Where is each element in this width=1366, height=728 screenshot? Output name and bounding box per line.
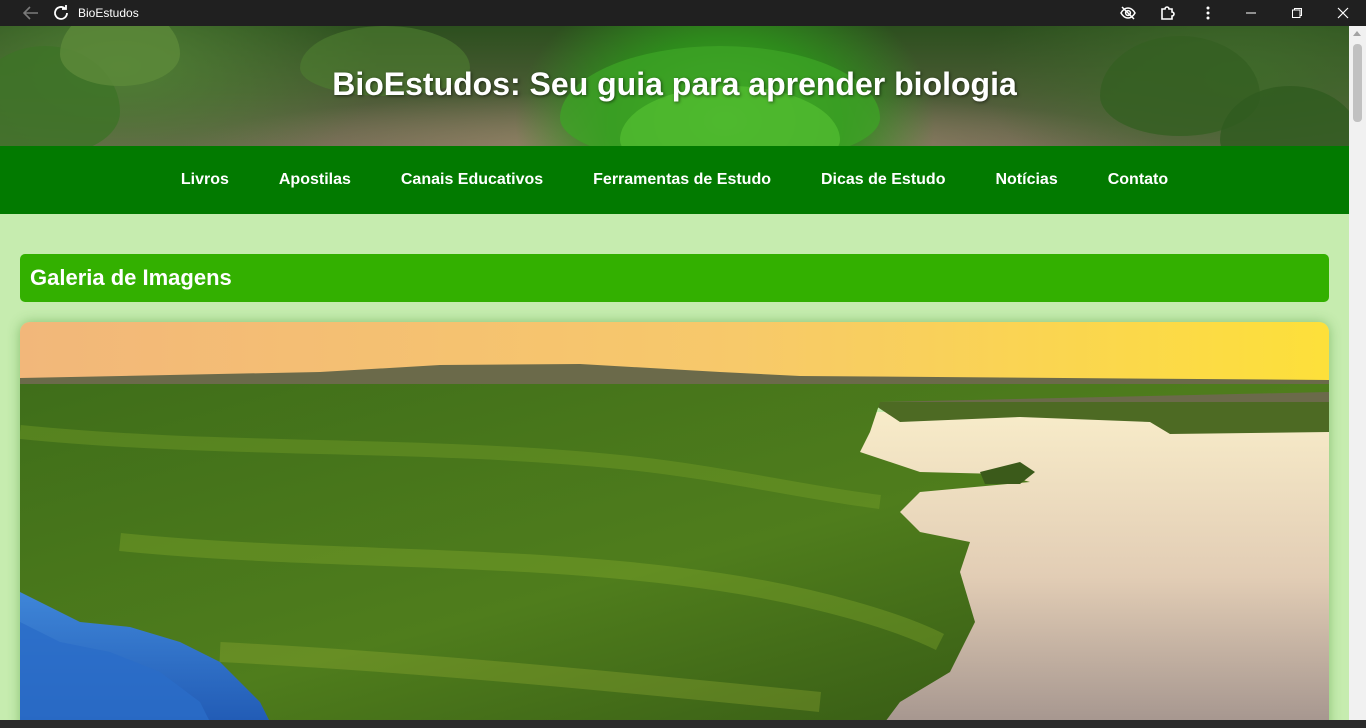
browser-titlebar: BioEstudos [0,0,1366,26]
scroll-thumb[interactable] [1353,44,1362,122]
forest-lake-sunset-image [20,322,1329,720]
main-navigation: Livros Apostilas Canais Educativos Ferra… [0,146,1349,214]
nav-item-canais-educativos[interactable]: Canais Educativos [401,171,543,189]
titlebar-right [1108,0,1366,26]
nav-item-ferramentas-de-estudo[interactable]: Ferramentas de Estudo [593,171,771,189]
scroll-up-arrow-icon[interactable] [1353,31,1361,36]
nav-item-livros[interactable]: Livros [181,171,229,189]
gallery-heading: Galeria de Imagens [30,265,232,290]
nav-item-apostilas[interactable]: Apostilas [279,171,351,189]
gallery-image[interactable] [20,322,1329,720]
nav-item-dicas-de-estudo[interactable]: Dicas de Estudo [821,171,945,189]
gallery-heading-bar: Galeria de Imagens [20,254,1329,302]
reload-icon[interactable] [48,0,74,26]
page-title: BioEstudos: Seu guia para aprender biolo… [332,66,1017,102]
back-arrow-icon[interactable] [18,0,44,26]
window-bottom-edge [0,720,1366,728]
site-header: BioEstudos: Seu guia para aprender biolo… [0,26,1349,146]
page-viewport: BioEstudos: Seu guia para aprender biolo… [0,26,1349,720]
extensions-icon[interactable] [1148,0,1188,26]
eye-off-icon[interactable] [1108,0,1148,26]
window-title: BioEstudos [78,6,139,20]
vertical-scrollbar[interactable] [1349,26,1366,720]
more-vertical-icon[interactable] [1188,0,1228,26]
nav-item-contato[interactable]: Contato [1108,171,1168,189]
nav-item-noticias[interactable]: Notícias [995,171,1057,189]
close-icon[interactable] [1320,0,1366,26]
titlebar-left: BioEstudos [0,0,139,26]
restore-icon[interactable] [1274,0,1320,26]
minimize-icon[interactable] [1228,0,1274,26]
